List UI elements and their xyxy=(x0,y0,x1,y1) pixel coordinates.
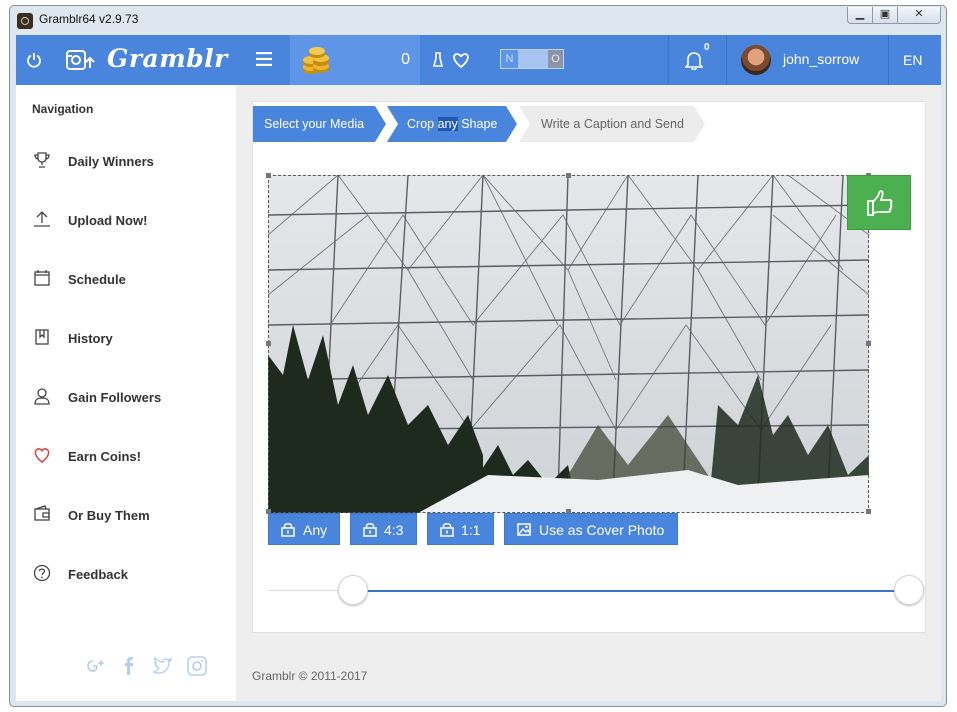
crop-handle-top-left[interactable] xyxy=(266,173,271,178)
main-content: Select your Media Crop any Shape Write a… xyxy=(236,85,941,701)
bookmark-icon xyxy=(35,329,49,345)
user-icon xyxy=(34,388,50,405)
slider-max-thumb[interactable] xyxy=(894,575,924,605)
step-crop[interactable]: Crop any Shape xyxy=(387,106,517,142)
zoom-slider[interactable] xyxy=(268,575,928,607)
step-select-media[interactable]: Select your Media xyxy=(253,106,386,142)
step-caption-send[interactable]: Write a Caption and Send xyxy=(519,106,705,142)
crop-handle-top[interactable] xyxy=(566,173,571,178)
sidebar-item-history[interactable]: History xyxy=(16,319,236,359)
lock-icon xyxy=(363,523,377,537)
sidebar-item-earn-coins[interactable]: Earn Coins! xyxy=(16,437,236,477)
facebook-icon[interactable] xyxy=(118,655,140,677)
mode-toggle[interactable]: N O xyxy=(500,49,564,69)
sidebar: Navigation Daily Winners Upload Now! Sch… xyxy=(16,85,236,701)
help-icon xyxy=(33,564,51,582)
title-bar[interactable]: Gramblr64 v2.9.73 ▁ ▣ ✕ xyxy=(10,6,946,35)
slider-range xyxy=(353,590,909,592)
close-window-button[interactable]: ✕ xyxy=(897,7,941,24)
calendar-icon xyxy=(34,270,50,286)
toggle-off-label: O xyxy=(548,50,563,68)
username[interactable]: john_sorrow xyxy=(783,51,859,67)
wallet-icon xyxy=(34,505,50,521)
sidebar-item-feedback[interactable]: Feedback xyxy=(16,555,236,595)
crop-handle-bottom-right[interactable] xyxy=(866,509,871,514)
sidebar-item-daily-winners[interactable]: Daily Winners xyxy=(16,142,236,182)
coins-icon xyxy=(303,47,329,74)
language-selector[interactable]: EN xyxy=(903,52,922,68)
ratio-4-3-button[interactable]: 4:3 xyxy=(350,513,417,545)
crop-card: Select your Media Crop any Shape Write a… xyxy=(252,101,926,633)
lock-icon xyxy=(281,523,295,537)
thumbs-up-icon xyxy=(867,190,893,216)
app-client: Gramblr 0 N O 0 john_sorrow EN Navigatio… xyxy=(16,35,941,701)
toggle-knob xyxy=(518,50,548,68)
app-window: Gramblr64 v2.9.73 ▁ ▣ ✕ Gramblr 0 N O 0 … xyxy=(9,5,947,707)
instagram-icon[interactable] xyxy=(186,655,208,677)
sidebar-item-or-buy-them[interactable]: Or Buy Them xyxy=(16,496,236,536)
brand-name: Gramblr xyxy=(107,44,228,73)
maximize-button[interactable]: ▣ xyxy=(872,7,898,24)
top-bar: Gramblr 0 N O 0 john_sorrow EN xyxy=(16,35,941,85)
coin-count: 0 xyxy=(401,51,410,68)
minimize-button[interactable]: ▁ xyxy=(847,7,873,24)
app-icon xyxy=(17,13,33,29)
crop-handle-left[interactable] xyxy=(266,341,271,346)
notification-count: 0 xyxy=(704,42,710,53)
ratio-any-button[interactable]: Any xyxy=(268,513,340,545)
power-icon[interactable] xyxy=(26,52,42,68)
instagram-upload-icon xyxy=(66,50,95,70)
window-title: Gramblr64 v2.9.73 xyxy=(39,12,139,26)
likes-icon[interactable] xyxy=(431,50,471,70)
coin-balance[interactable]: 0 xyxy=(290,35,420,85)
photo-preview xyxy=(268,175,869,513)
toggle-on-label: N xyxy=(501,50,518,68)
nav-heading: Navigation xyxy=(32,102,94,116)
social-links xyxy=(84,655,208,677)
footer: Gramblr © 2011-2017 xyxy=(236,651,941,701)
sidebar-item-gain-followers[interactable]: Gain Followers xyxy=(16,378,236,418)
sidebar-item-schedule[interactable]: Schedule xyxy=(16,260,236,300)
menu-icon[interactable] xyxy=(256,52,272,66)
sidebar-item-upload-now[interactable]: Upload Now! xyxy=(16,201,236,241)
slider-min-thumb[interactable] xyxy=(338,575,368,605)
image-icon xyxy=(517,523,531,536)
confirm-crop-button[interactable] xyxy=(847,175,911,230)
upload-icon xyxy=(34,211,50,227)
crop-area[interactable] xyxy=(266,173,871,514)
bell-icon[interactable] xyxy=(685,50,703,70)
google-plus-icon[interactable] xyxy=(84,655,106,677)
ratio-1-1-button[interactable]: 1:1 xyxy=(427,513,494,545)
avatar[interactable] xyxy=(741,45,771,75)
heart-icon xyxy=(34,448,50,463)
copyright: Gramblr © 2011-2017 xyxy=(252,669,368,683)
lock-icon xyxy=(440,523,454,537)
use-as-cover-photo-button[interactable]: Use as Cover Photo xyxy=(504,513,678,545)
crop-handle-right[interactable] xyxy=(866,341,871,346)
wizard-steps: Select your Media Crop any Shape Write a… xyxy=(253,106,925,142)
trophy-icon xyxy=(34,152,50,168)
twitter-icon[interactable] xyxy=(152,655,174,677)
